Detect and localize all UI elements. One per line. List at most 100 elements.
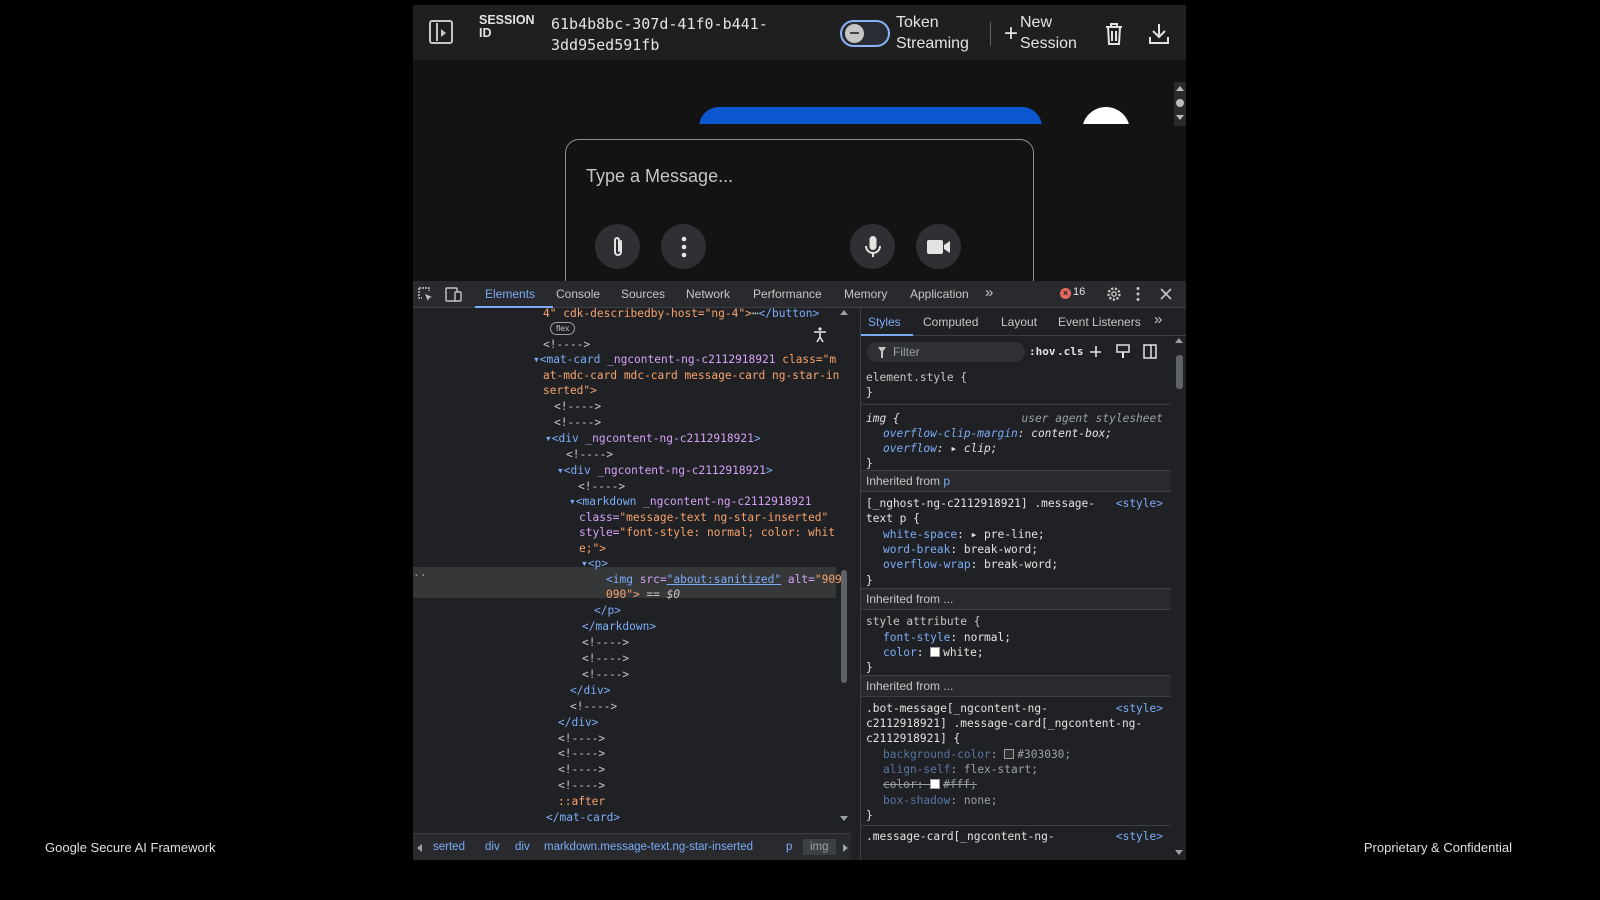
close-icon[interactable]	[1160, 288, 1172, 300]
dom-comment[interactable]: <!---->	[558, 746, 605, 761]
scroll-up-icon[interactable]	[1175, 338, 1183, 343]
css-property[interactable]: color: white;	[883, 645, 984, 661]
breadcrumb-right-icon[interactable]	[843, 844, 848, 852]
scroll-thumb[interactable]	[1176, 355, 1183, 389]
dom-comment[interactable]: <!---->	[582, 635, 629, 650]
css-property-inactive[interactable]: box-shadow: none;	[883, 793, 998, 809]
dom-node[interactable]: ▾<markdown _ngcontent-ng-c2112918921	[569, 494, 811, 509]
breadcrumb-left-icon[interactable]	[417, 844, 422, 852]
dom-comment[interactable]: <!---->	[543, 337, 590, 352]
dom-comment[interactable]: <!---->	[554, 399, 601, 414]
class-toggle[interactable]: .cls	[1057, 345, 1084, 358]
dom-node[interactable]: </mat-card>	[546, 810, 620, 825]
scroll-up-icon[interactable]	[840, 310, 848, 315]
scroll-up-icon[interactable]	[1176, 86, 1184, 91]
new-session-button[interactable]: New Session	[1020, 12, 1090, 54]
css-property[interactable]: overflow-wrap: break-word;	[883, 557, 1058, 573]
style-source-link[interactable]: <style>	[1116, 829, 1163, 845]
dom-comment[interactable]: <!---->	[582, 651, 629, 666]
color-swatch[interactable]	[930, 647, 941, 657]
ua-selector[interactable]: img {	[866, 411, 900, 427]
element-style-selector[interactable]: element.style {	[866, 370, 967, 386]
css-property[interactable]: overflow: ▸ clip;	[883, 441, 998, 457]
download-icon[interactable]	[1148, 22, 1170, 46]
dom-comment[interactable]: <!---->	[570, 699, 617, 714]
style-source-link[interactable]: <style>	[1116, 496, 1163, 512]
color-swatch[interactable]	[1004, 749, 1015, 759]
dom-comment[interactable]: <!---->	[582, 667, 629, 682]
tab-sources[interactable]: Sources	[621, 287, 665, 301]
css-property[interactable]: font-style: normal;	[883, 630, 1011, 646]
new-rule-icon[interactable]	[1089, 345, 1103, 359]
css-selector[interactable]: style attribute {	[866, 614, 981, 630]
device-toolbar-icon[interactable]	[445, 287, 463, 303]
more-vert-icon[interactable]	[1135, 286, 1141, 302]
css-selector[interactable]: [_nghost-ng-c2112918921] .message-	[866, 496, 1095, 512]
breadcrumb-item-selected[interactable]: img	[803, 839, 836, 855]
paint-bucket-icon[interactable]	[1116, 344, 1130, 359]
scroll-down-icon[interactable]	[1175, 850, 1183, 855]
tab-memory[interactable]: Memory	[844, 287, 887, 301]
delete-icon[interactable]	[1103, 22, 1125, 46]
dom-comment[interactable]: <!---->	[558, 778, 605, 793]
more-tabs-icon[interactable]: »	[985, 284, 993, 301]
message-input[interactable]	[586, 160, 1006, 192]
token-streaming-toggle[interactable]	[840, 20, 890, 47]
plus-icon[interactable]: +	[1004, 22, 1018, 46]
flex-badge[interactable]: flex	[550, 322, 576, 335]
css-property[interactable]: word-break: break-word;	[883, 542, 1038, 558]
inspect-element-icon[interactable]	[418, 287, 434, 303]
css-selector[interactable]: text p {	[866, 511, 920, 527]
pseudo-element[interactable]: ::after	[558, 794, 605, 809]
tab-performance[interactable]: Performance	[753, 287, 822, 301]
styles-filter-input[interactable]: Filter	[867, 342, 1025, 362]
tab-styles[interactable]: Styles	[868, 315, 901, 329]
css-property-inactive[interactable]: background-color: #303030;	[883, 747, 1071, 763]
css-property-inactive[interactable]: align-self: flex-start;	[883, 762, 1038, 778]
dom-node[interactable]: 4" cdk-describedby-host="ng-4">⋯</button…	[543, 308, 819, 321]
css-selector[interactable]: .bot-message[_ngcontent-ng-	[866, 701, 1048, 717]
tab-elements[interactable]: Elements	[485, 287, 535, 301]
css-selector[interactable]: c2112918921] {	[866, 731, 960, 747]
css-property[interactable]: white-space: ▸ pre-line;	[883, 527, 1045, 543]
tab-event-listeners[interactable]: Event Listeners	[1058, 315, 1141, 329]
tab-application[interactable]: Application	[910, 287, 969, 301]
dom-node[interactable]: ▾<p>	[581, 556, 608, 571]
scroll-down-icon[interactable]	[840, 816, 848, 821]
dom-node[interactable]: </markdown>	[582, 619, 656, 634]
color-swatch[interactable]	[930, 779, 941, 789]
breadcrumb-item[interactable]: serted	[433, 841, 465, 853]
styles-scrollbar[interactable]	[1172, 336, 1186, 860]
breadcrumb-item[interactable]: div	[485, 841, 500, 853]
accessibility-icon[interactable]	[813, 327, 827, 343]
dom-comment[interactable]: <!---->	[578, 479, 625, 494]
attach-button[interactable]	[595, 224, 640, 269]
chat-scrollbar[interactable]	[1174, 82, 1186, 126]
video-button[interactable]	[916, 224, 961, 269]
settings-gear-icon[interactable]	[1106, 286, 1122, 302]
dom-node[interactable]: ▾<div _ngcontent-ng-c2112918921>	[545, 431, 761, 446]
toggle-sidebar-icon[interactable]	[1143, 344, 1157, 359]
dom-comment[interactable]: <!---->	[558, 731, 605, 746]
more-options-button[interactable]	[661, 224, 706, 269]
dom-node[interactable]: ▾<mat-card _ngcontent-ng-c2112918921 cla…	[533, 352, 836, 367]
side-panel-icon[interactable]	[429, 20, 453, 44]
scroll-thumb[interactable]	[1176, 99, 1184, 107]
elements-scrollbar[interactable]	[837, 308, 851, 833]
tab-network[interactable]: Network	[686, 287, 730, 301]
dom-comment[interactable]: <!---->	[566, 447, 613, 462]
error-count-badge[interactable]: × 16	[1060, 286, 1085, 299]
tab-computed[interactable]: Computed	[923, 315, 978, 329]
hover-state-toggle[interactable]: :hov	[1029, 345, 1056, 358]
breadcrumb-item[interactable]: markdown.message-text.ng-star-inserted	[544, 841, 753, 853]
css-property[interactable]: overflow-clip-margin: content-box;	[883, 426, 1112, 442]
more-tabs-icon[interactable]: »	[1154, 311, 1162, 328]
microphone-button[interactable]	[850, 224, 895, 269]
dom-comment[interactable]: <!---->	[558, 762, 605, 777]
css-selector[interactable]: c2112918921] .message-card[_ngcontent-ng…	[866, 716, 1142, 732]
style-source-link[interactable]: <style>	[1116, 701, 1163, 717]
css-selector[interactable]: .message-card[_ngcontent-ng-	[866, 829, 1055, 845]
breadcrumb-item[interactable]: div	[515, 841, 530, 853]
dom-node[interactable]: ▾<div _ngcontent-ng-c2112918921>	[557, 463, 773, 478]
tab-console[interactable]: Console	[556, 287, 600, 301]
